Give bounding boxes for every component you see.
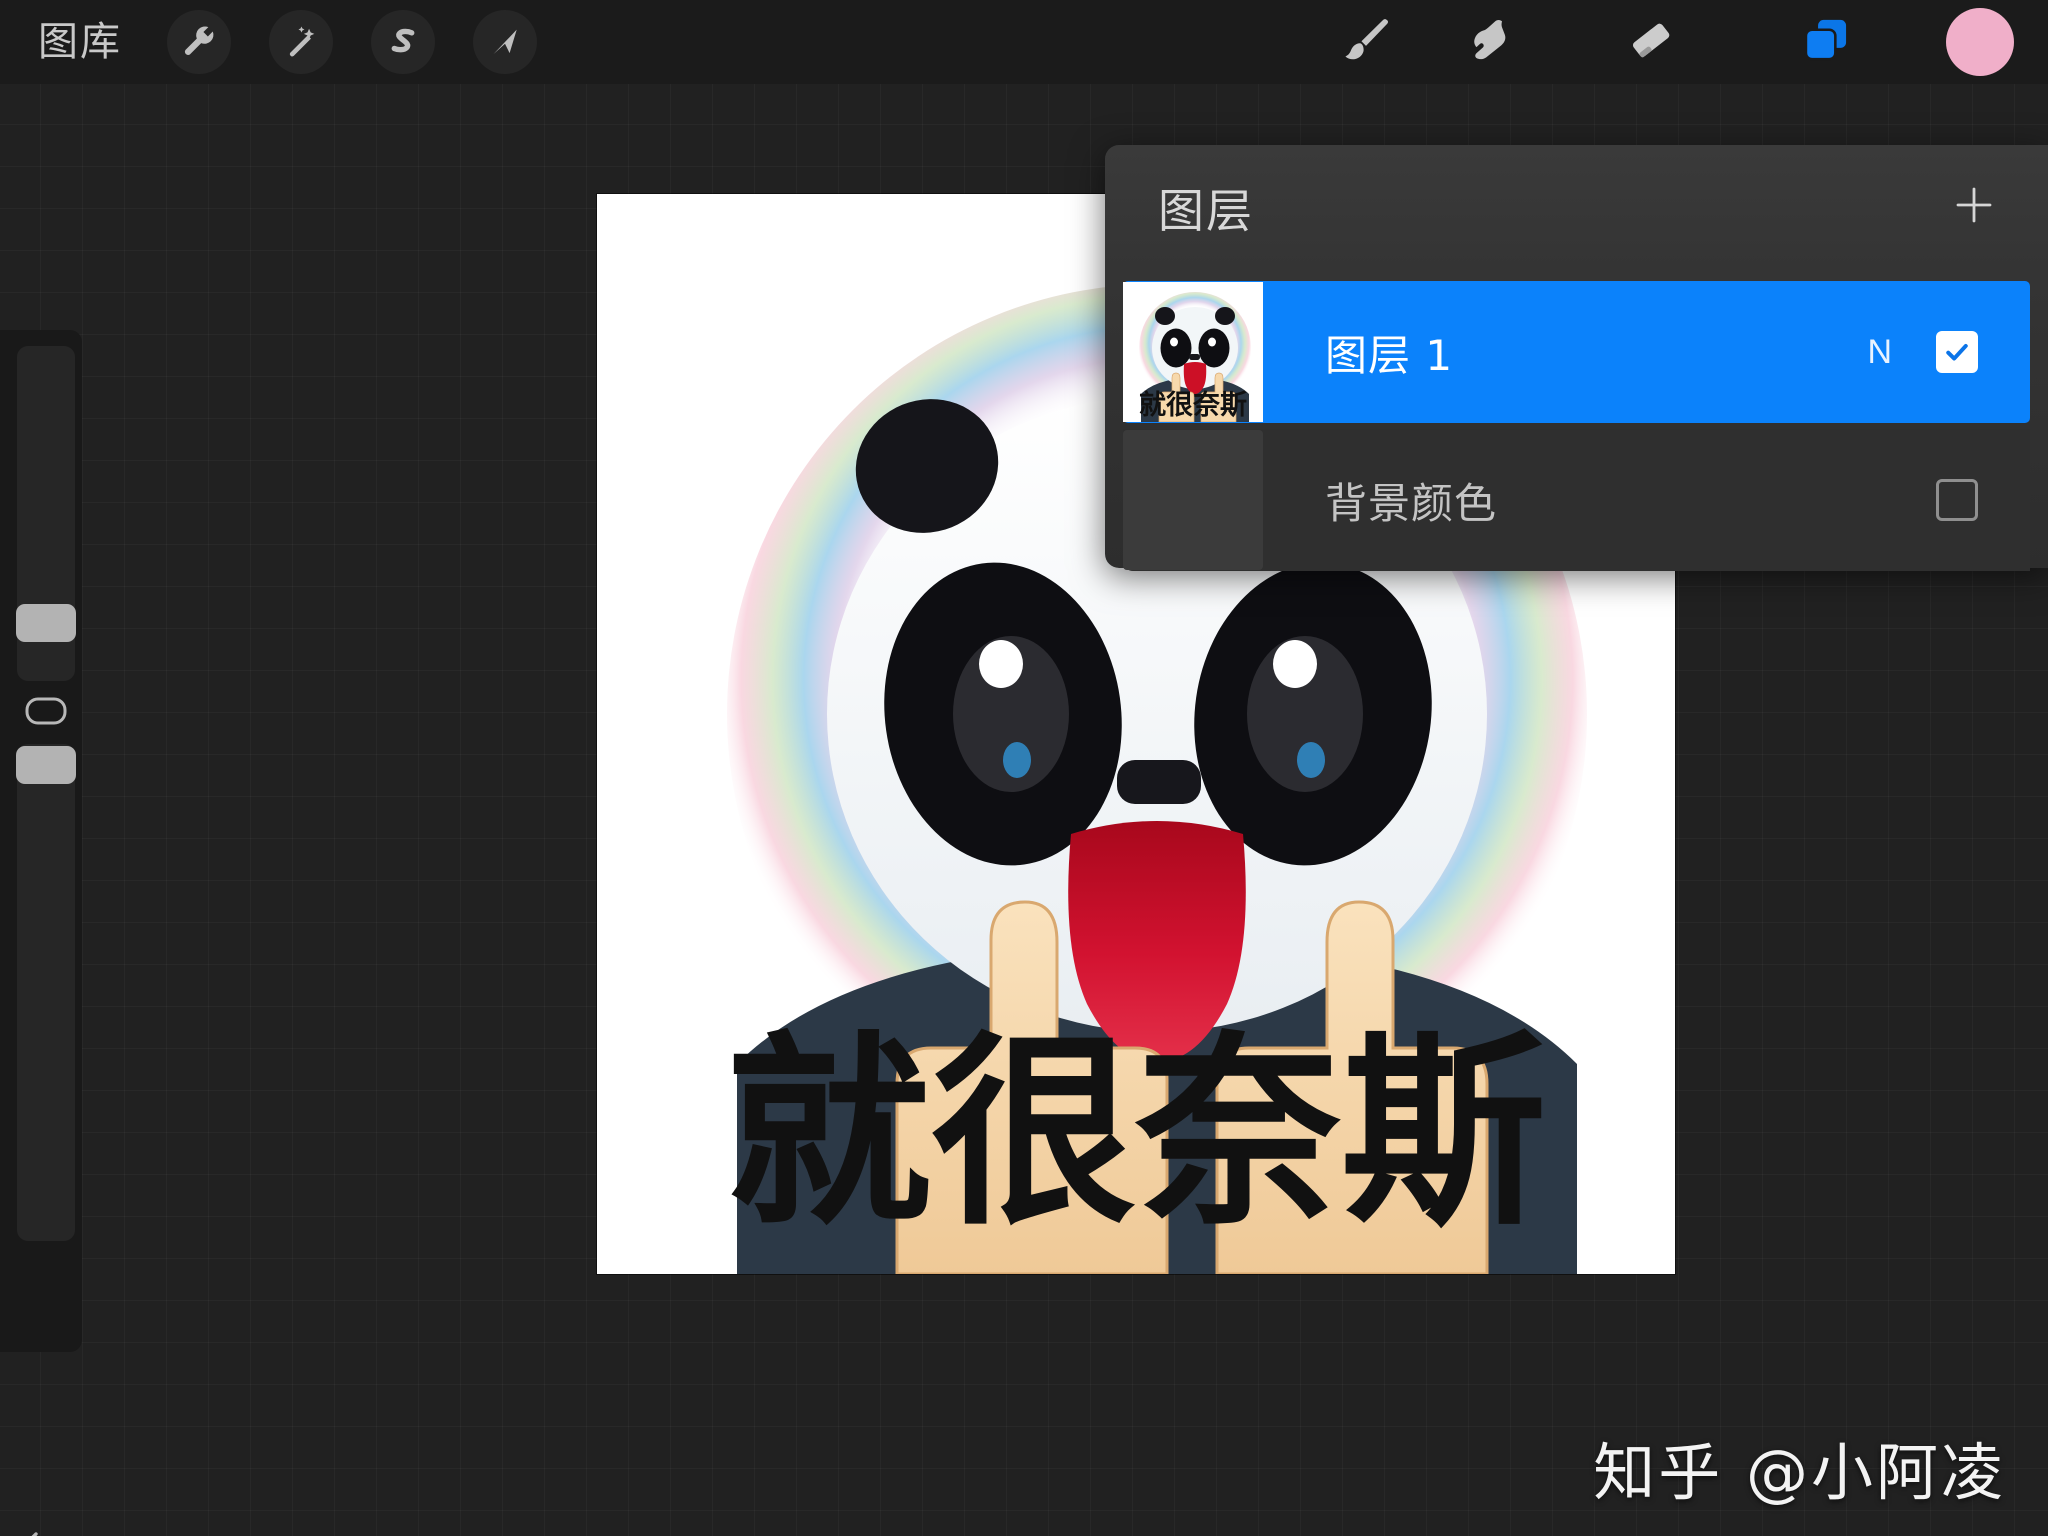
paintbrush-icon-button[interactable] — [1330, 6, 1402, 78]
opacity-slider-thumb[interactable] — [16, 746, 76, 784]
eraser-icon — [1623, 12, 1679, 73]
opacity-slider[interactable] — [16, 744, 76, 1241]
selection-s-icon-button[interactable] — [371, 10, 435, 74]
wrench-icon — [180, 23, 218, 61]
layer-name-label: 背景颜色 — [1325, 478, 1498, 528]
layer-thumbnail-caption: 就很奈斯 — [1139, 390, 1247, 421]
layers-icon — [1798, 12, 1854, 73]
checkmark-icon — [1946, 343, 1968, 361]
selection-s-icon — [384, 23, 422, 61]
wrench-icon-button[interactable] — [167, 10, 231, 74]
eraser-icon-button[interactable] — [1615, 6, 1687, 78]
layers-panel-title: 图层 — [1158, 184, 1254, 238]
layers-panel: 图层 就很奈斯 图层 1 N 背景颜色 — [1105, 145, 2048, 571]
layer-row[interactable]: 背景颜色 — [1123, 429, 2030, 571]
rounded-square-icon — [24, 696, 68, 731]
layers-icon-button[interactable] — [1790, 6, 1862, 78]
plus-icon — [1956, 187, 1992, 223]
modify-square-icon-button[interactable] — [17, 692, 75, 734]
color-swatch-button[interactable] — [1946, 8, 2014, 76]
smudge-icon-button[interactable] — [1450, 6, 1522, 78]
left-sidebar — [0, 330, 82, 1536]
paintbrush-icon — [1340, 14, 1392, 71]
undo-button[interactable] — [17, 1520, 75, 1536]
layer-thumbnail[interactable]: 就很奈斯 — [1123, 282, 1263, 422]
layer-name-label: 图层 1 — [1325, 330, 1454, 380]
brush-size-slider-thumb[interactable] — [16, 604, 76, 642]
layer-visibility-checkbox[interactable] — [1936, 331, 1978, 373]
arrow-transform-icon-button[interactable] — [473, 10, 537, 74]
background-color-thumbnail[interactable] — [1123, 430, 1263, 570]
artwork-caption-text: 就很奈斯 — [726, 1015, 1546, 1253]
undo-arrow-icon — [23, 1526, 69, 1536]
add-layer-button[interactable] — [1950, 181, 1998, 229]
gallery-button[interactable]: 图库 — [38, 18, 122, 66]
top-toolbar: 图库 — [0, 0, 2048, 84]
brush-size-slider[interactable] — [16, 346, 76, 681]
layer-blend-mode[interactable]: N — [1867, 333, 1892, 372]
layer-row[interactable]: 就很奈斯 图层 1 N — [1123, 281, 2030, 423]
smudge-icon — [1460, 14, 1512, 71]
watermark-text: 知乎 @小阿凌 — [1593, 1436, 2006, 1509]
layer-visibility-checkbox[interactable] — [1936, 479, 1978, 521]
layer-thumbnail-image: 就很奈斯 — [1123, 282, 1263, 422]
magic-wand-icon-button[interactable] — [269, 10, 333, 74]
magic-wand-icon — [282, 23, 320, 61]
arrow-transform-icon — [486, 23, 524, 61]
